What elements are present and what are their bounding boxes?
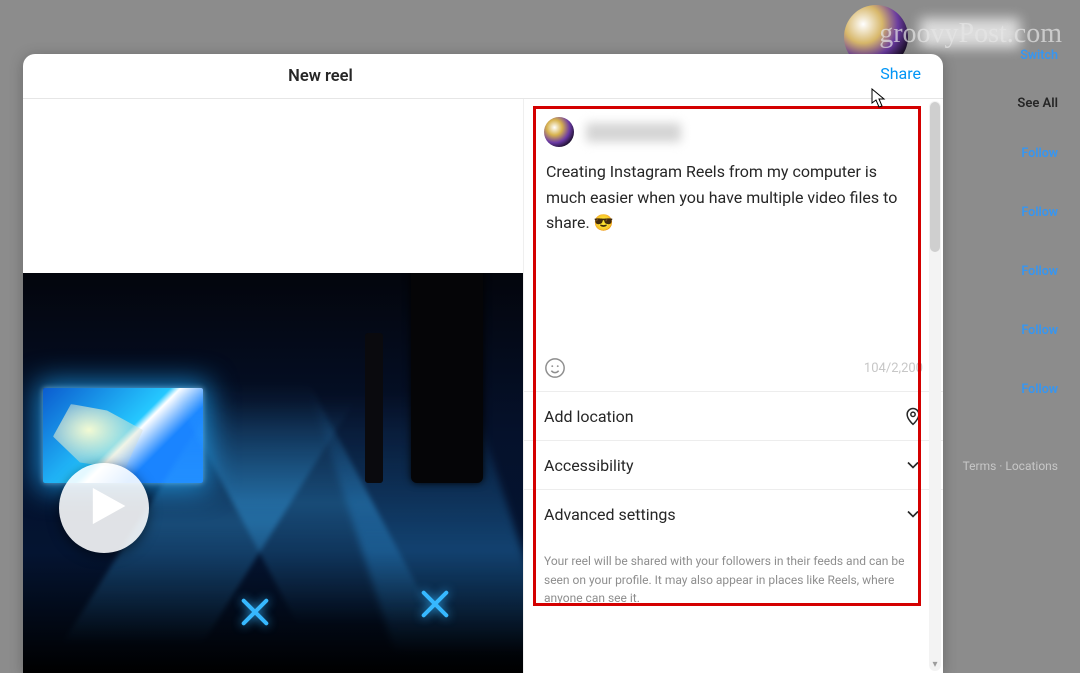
see-all-link[interactable]: See All: [1017, 96, 1058, 111]
follow-button[interactable]: Follow: [1021, 205, 1058, 220]
follow-button[interactable]: Follow: [1021, 264, 1058, 279]
footer-links[interactable]: Terms · Locations: [963, 459, 1058, 473]
caption-footer: 104/2,200: [524, 353, 943, 391]
add-location-row[interactable]: Add location: [524, 391, 943, 440]
emoji-picker-icon[interactable]: [544, 357, 566, 379]
stage-light-graphic: [238, 595, 272, 629]
vertical-scrollbar[interactable]: ▾: [929, 101, 941, 671]
preview-column: [23, 99, 523, 673]
modal-body: username Creating Instagram Reels from m…: [23, 99, 943, 673]
suggestions-rail: Switch See All Follow Follow Follow Foll…: [942, 0, 1080, 673]
video-preview[interactable]: [23, 273, 523, 673]
follow-button[interactable]: Follow: [1021, 146, 1058, 161]
stage-prop-graphic: [365, 333, 383, 483]
author-avatar[interactable]: [544, 117, 574, 147]
follow-list: Follow Follow Follow Follow Follow: [1021, 146, 1058, 397]
share-button[interactable]: Share: [880, 64, 921, 83]
caption-textarea[interactable]: Creating Instagram Reels from my compute…: [524, 159, 943, 353]
accessibility-label: Accessibility: [544, 456, 634, 475]
current-user-name-redacted: [920, 18, 1020, 48]
new-reel-modal: New reel Share: [23, 54, 943, 673]
follow-button[interactable]: Follow: [1021, 323, 1058, 338]
accessibility-row[interactable]: Accessibility: [524, 440, 943, 489]
stage-light-graphic: [418, 587, 452, 621]
follow-button[interactable]: Follow: [1021, 382, 1058, 397]
scrollbar-thumb[interactable]: [930, 102, 940, 252]
share-disclosure-text: Your reel will be shared with your follo…: [524, 538, 943, 608]
modal-header: New reel Share: [23, 54, 943, 99]
details-column: username Creating Instagram Reels from m…: [523, 99, 943, 673]
add-location-label: Add location: [544, 407, 634, 426]
advanced-settings-row[interactable]: Advanced settings: [524, 489, 943, 538]
chevron-down-icon: [903, 504, 923, 524]
location-pin-icon: [903, 406, 923, 426]
advanced-settings-label: Advanced settings: [544, 505, 676, 524]
play-button[interactable]: [59, 463, 149, 553]
switch-account-link[interactable]: Switch: [1020, 48, 1058, 63]
author-row: username: [524, 99, 943, 159]
character-count: 104/2,200: [864, 361, 923, 376]
stage-prop-graphic: [411, 273, 483, 483]
chevron-down-icon: [903, 455, 923, 475]
modal-title: New reel: [288, 67, 353, 86]
play-icon: [81, 486, 127, 530]
author-username-redacted: username: [586, 123, 681, 142]
scroll-down-icon[interactable]: ▾: [929, 659, 941, 671]
